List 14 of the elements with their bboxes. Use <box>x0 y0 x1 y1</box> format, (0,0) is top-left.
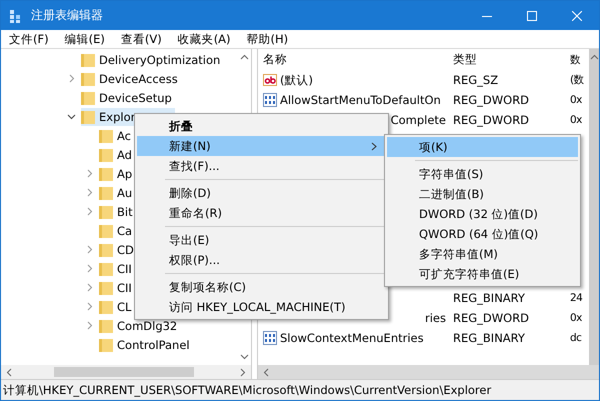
value-data: 0x <box>570 312 582 324</box>
value-data: 0x <box>570 114 582 126</box>
value-type: REG_DWORD <box>452 311 530 325</box>
value-type: REG_DWORD <box>452 93 530 107</box>
value-type: REG_DWORD <box>452 113 530 127</box>
value-data: 24 <box>570 292 582 304</box>
value-data: dc <box>570 332 582 344</box>
status-bar-path: 计算机\HKEY_CURRENT_USER\SOFTWARE\Microsoft\Windows\CurrentVersion\Explorer <box>1 379 599 400</box>
window-title: 注册表编辑器 <box>31 7 103 24</box>
value-type: REG_BINARY <box>452 331 526 345</box>
value-type: REG_BINARY <box>452 291 526 305</box>
value-data: 0x <box>570 94 582 106</box>
value-type: REG_SZ <box>452 73 500 87</box>
value-data: (数 <box>570 73 584 87</box>
